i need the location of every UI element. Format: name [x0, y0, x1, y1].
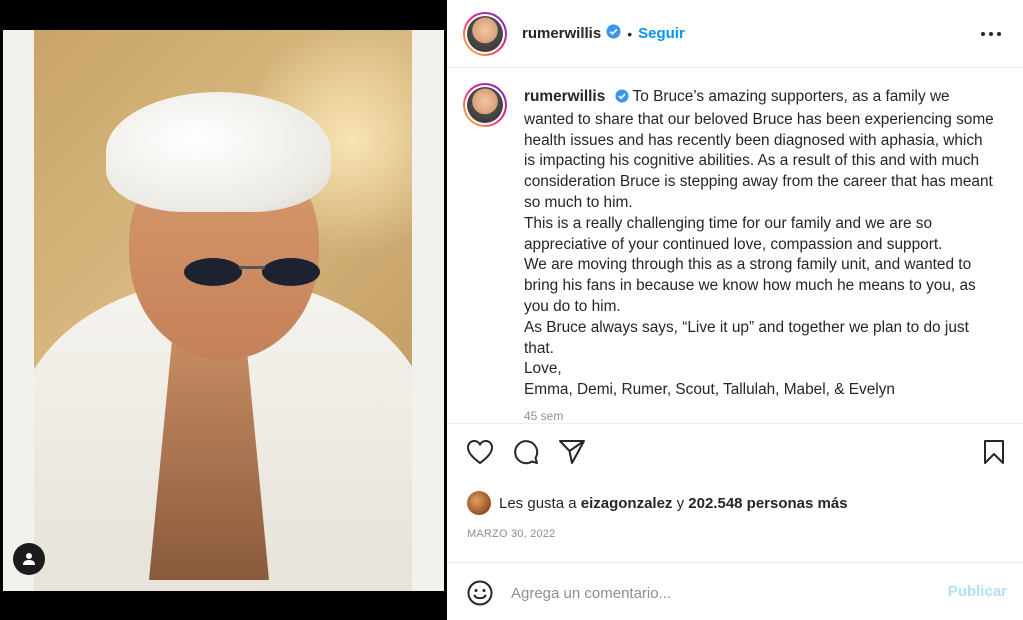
likes-connector: y: [676, 494, 685, 512]
comment-bar: Publicar: [447, 562, 1023, 620]
save-button[interactable]: [979, 437, 1009, 467]
post-side-panel: rumerwillis • Seguir rumerwillis To Bruc…: [447, 0, 1023, 620]
post-media: [0, 0, 447, 620]
emoji-button[interactable]: [466, 579, 494, 607]
post-date[interactable]: MARZO 30, 2022: [467, 528, 555, 540]
photo-frame: [3, 30, 444, 591]
caption-line: Love,: [524, 360, 562, 378]
photo-sunglasses-bridge: [239, 266, 265, 269]
header-avatar[interactable]: [463, 11, 507, 56]
likes-others-count[interactable]: 202.548 personas más: [688, 495, 847, 512]
caption-username[interactable]: rumerwillis: [524, 88, 605, 105]
caption-timestamp[interactable]: 45 sem: [524, 409, 563, 423]
follow-button[interactable]: Seguir: [638, 25, 685, 42]
caption-line: To Bruce’s amazing supporters, as a fami…: [524, 88, 994, 211]
verified-badge-icon: [614, 89, 629, 110]
post-photo[interactable]: [34, 30, 412, 591]
comment-input[interactable]: [511, 581, 931, 605]
emoji-icon: [467, 580, 493, 606]
caption-line: Emma, Demi, Rumer, Scout, Tallulah, Mabe…: [524, 381, 895, 399]
caption-line: We are moving through this as a strong f…: [524, 256, 976, 315]
likes-prefix: Les gusta a: [499, 494, 577, 512]
caption-line: This is a really challenging time for ou…: [524, 214, 943, 253]
verified-badge-icon: [606, 23, 621, 44]
heart-icon: [466, 439, 494, 465]
action-bar: [447, 437, 1023, 477]
caption-text: rumerwillis To Bruce’s amazing supporter…: [524, 87, 994, 401]
photo-sunglasses-right-lens: [262, 258, 320, 286]
avatar-image: [467, 15, 503, 52]
caption-avatar[interactable]: [463, 83, 507, 127]
share-button[interactable]: [557, 437, 587, 467]
header-separator: •: [627, 25, 633, 42]
header-username[interactable]: rumerwillis: [522, 25, 601, 42]
like-button[interactable]: [465, 437, 495, 467]
photo-sunglasses-left-lens: [184, 258, 242, 286]
bookmark-icon: [984, 440, 1004, 464]
publish-comment-button[interactable]: Publicar: [948, 583, 1007, 600]
likes-summary: Les gusta a eizagonzalez y 202.548 perso…: [467, 491, 848, 515]
comment-bubble-icon: [514, 440, 539, 465]
caption-paragraph: rumerwillis To Bruce’s amazing supporter…: [524, 87, 994, 214]
avatar-image: [467, 87, 503, 123]
paper-plane-icon: [559, 440, 585, 464]
caption-line: As Bruce always says, “Live it up” and t…: [524, 318, 969, 357]
photo-towel: [106, 92, 331, 212]
user-tag-button[interactable]: [13, 543, 45, 575]
post-header: rumerwillis • Seguir: [447, 0, 1023, 68]
comment-button[interactable]: [511, 437, 541, 467]
user-tag-icon: [23, 553, 35, 565]
caption-area: rumerwillis To Bruce’s amazing supporter…: [447, 69, 1023, 424]
liker-avatar[interactable]: [467, 491, 491, 515]
more-options-icon[interactable]: [979, 22, 1003, 46]
liker-username[interactable]: eizagonzalez: [581, 495, 673, 512]
